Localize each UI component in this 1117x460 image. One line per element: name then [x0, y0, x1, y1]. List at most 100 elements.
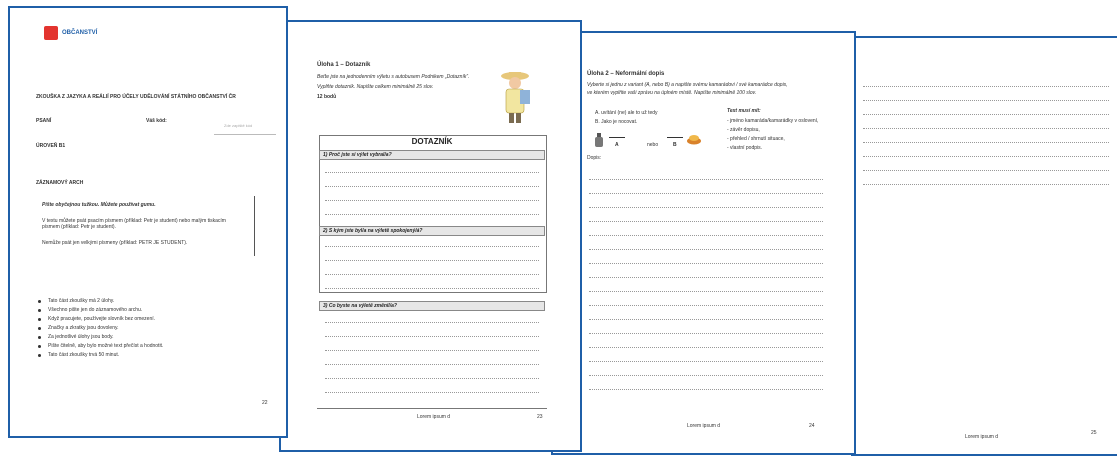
rule-item: Tato část zkoušky má 2 úlohy. [48, 298, 115, 304]
answer-line[interactable] [325, 274, 539, 275]
instruction-side-bar [254, 196, 255, 256]
answer-line[interactable] [589, 389, 823, 390]
rule-item: Pište čitelně, aby bylo možné text přečí… [48, 343, 164, 349]
answer-line[interactable] [589, 207, 823, 208]
task-instruction-1: Vyberte si jednu z variant (A, nebo B) a… [587, 82, 788, 88]
bullet-icon [38, 318, 41, 321]
page-number: 22 [262, 400, 268, 406]
answer-line[interactable] [325, 186, 539, 187]
page-number: 23 [537, 414, 543, 420]
footer-text: Lorem ipsum d [417, 414, 451, 420]
bullet-icon [38, 327, 41, 330]
footer-text: Lorem ipsum d [965, 434, 999, 440]
code-placeholder[interactable]: Zde zapiště kód [224, 123, 252, 128]
requirement-item: - vlastní podpis. [727, 145, 763, 151]
answer-line[interactable] [863, 156, 1109, 157]
answer-line[interactable] [863, 100, 1109, 101]
requirement-item: - jméno kamaráda/kamarádky v oslovení, [727, 118, 819, 124]
food-icon [687, 135, 701, 145]
exam-title: ZKOUŠKA Z JAZYKA A REÁLIÍ PRO ÚČELY UDĚL… [36, 94, 236, 100]
code-underline [214, 134, 276, 135]
requirement-item: - závěr dopisu, [727, 127, 760, 133]
answer-line[interactable] [589, 333, 823, 334]
answer-line[interactable] [863, 86, 1109, 87]
section-label: PSANÍ [36, 118, 52, 124]
answer-line[interactable] [589, 193, 823, 194]
answer-sheet-label: ZÁZNAMOVÝ ARCH [36, 180, 84, 186]
answer-line[interactable] [863, 184, 1109, 185]
bullet-icon [38, 345, 41, 348]
bullet-icon [38, 354, 41, 357]
answer-line[interactable] [325, 246, 539, 247]
choice-b[interactable]: B [673, 142, 677, 148]
answer-line[interactable] [325, 350, 539, 351]
page-number: 25 [1091, 430, 1097, 436]
answer-line[interactable] [325, 336, 539, 337]
footer-rule [317, 408, 547, 409]
answer-line[interactable] [589, 221, 823, 222]
logo-text: OBČANSTVÍ [62, 30, 98, 36]
answer-line[interactable] [589, 235, 823, 236]
logo-icon [44, 26, 58, 40]
choice-or: nebo [647, 142, 659, 148]
answer-line[interactable] [589, 347, 823, 348]
answer-line[interactable] [325, 260, 539, 261]
answer-line[interactable] [863, 170, 1109, 171]
question-2-box: 2) S kým jste byl/a na výletě spokojený/… [319, 226, 545, 236]
option-a-line [609, 137, 625, 138]
answer-line[interactable] [325, 172, 539, 173]
page-2-task-1: Úloha 1 – Dotazník Beťte jste na jednode… [279, 20, 582, 452]
task-title: Úloha 1 – Dotazník [317, 62, 371, 68]
answer-line[interactable] [863, 114, 1109, 115]
answer-line[interactable] [589, 249, 823, 250]
choice-a[interactable]: A [615, 142, 619, 148]
option-b: B. Jako je nocovat. [595, 119, 638, 125]
answer-line[interactable] [325, 378, 539, 379]
task-instruction-1: Beťte jste na jednodenním výletu s autob… [317, 74, 470, 80]
task-instruction-2: ve kterém vyplňte vaši zprávu na úplném … [587, 90, 757, 96]
bullet-icon [38, 309, 41, 312]
rule-item: Za jednotlivé úlohy jsou body. [48, 334, 114, 340]
page-3-task-2: Úloha 2 – Neformální dopis Vyberte si je… [551, 31, 856, 455]
answer-line[interactable] [863, 142, 1109, 143]
answer-line[interactable] [589, 277, 823, 278]
answer-line[interactable] [325, 364, 539, 365]
page-1-cover: OBČANSTVÍ ZKOUŠKA Z JAZYKA A REÁLIÍ PRO … [8, 6, 288, 438]
requirement-item: - přehled / shrnutí situace, [727, 136, 785, 142]
task-points: 12 bodů [317, 94, 337, 100]
footer-text: Lorem ipsum d [687, 423, 721, 429]
answer-line[interactable] [589, 375, 823, 376]
page-number: 24 [809, 423, 815, 429]
option-b-line [667, 137, 683, 138]
question-3-box: 3) Co byste na výletě změnil/a? [319, 301, 545, 311]
bullet-icon [38, 300, 41, 303]
task-title: Úloha 2 – Neformální dopis [587, 71, 665, 77]
bottle-icon [595, 133, 603, 147]
page-4-continuation: Lorem ipsum d 25 [851, 36, 1117, 456]
bullet-icon [38, 336, 41, 339]
answer-line[interactable] [325, 288, 539, 289]
instruction-3: Nemůže psát jen velkými písmeny (příklad… [42, 240, 188, 246]
option-a: A. uvítání (ne) ale to už tedy [595, 110, 658, 116]
answer-line[interactable] [589, 319, 823, 320]
answer-line[interactable] [589, 179, 823, 180]
letter-label: Dopis: [587, 155, 602, 161]
level-label: ÚROVEŇ B1 [36, 143, 66, 149]
instruction-2: V textu můžete psát psacím písmem (příkl… [42, 218, 226, 231]
form-title: DOTAZNÍK [411, 137, 453, 146]
rule-item: Všechno pište jen do záznamového archu. [48, 307, 143, 313]
traveler-illustration-icon [501, 72, 530, 123]
answer-line[interactable] [325, 214, 539, 215]
requirements-heading: Text musí mít: [727, 108, 761, 114]
instruction-1: Píšte obyčejnou tužkou. Můžete používat … [42, 202, 156, 208]
rule-item: Tato část zkoušky trvá 50 minut. [48, 352, 120, 358]
answer-line[interactable] [589, 305, 823, 306]
answer-line[interactable] [589, 291, 823, 292]
answer-line[interactable] [325, 392, 539, 393]
answer-line[interactable] [325, 200, 539, 201]
answer-line[interactable] [589, 361, 823, 362]
answer-line[interactable] [589, 263, 823, 264]
answer-line[interactable] [863, 128, 1109, 129]
task-instruction-2: Vyplňte dotazník. Napište celkem minimál… [317, 84, 434, 90]
answer-line[interactable] [325, 322, 539, 323]
